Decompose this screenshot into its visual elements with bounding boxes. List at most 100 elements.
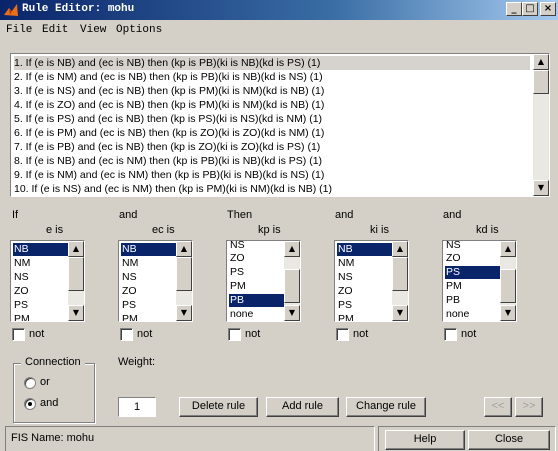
e-option[interactable]: PS (13, 299, 68, 312)
col2-label: ec is (152, 224, 175, 236)
kd-option[interactable]: none (445, 308, 500, 321)
rule-item-2[interactable]: 2. If (e is NM) and (ec is NB) then (kp … (14, 70, 530, 84)
menu-file[interactable]: File (6, 24, 32, 36)
prev-button[interactable]: << (484, 397, 512, 417)
weight-label: Weight: (118, 356, 156, 368)
e-option[interactable]: PM (13, 313, 68, 321)
menu-edit[interactable]: Edit (42, 24, 68, 36)
ki-listbox[interactable]: NB NM NS ZO PS PM ▲ ▼ (334, 240, 409, 322)
ki-option[interactable]: NB (337, 243, 392, 256)
col5-label: kd is (476, 224, 499, 236)
e-scrollbar[interactable]: ▲ ▼ (68, 241, 84, 321)
rule-list[interactable]: 1. If (e is NB) and (ec is NB) then (kp … (10, 53, 550, 197)
kd-not-checkbox[interactable] (444, 328, 457, 341)
scroll-up-arrow-icon[interactable]: ▲ (68, 241, 84, 257)
e-not-label: not (29, 328, 45, 340)
ki-not-label: not (353, 328, 369, 340)
ec-scrollbar[interactable]: ▲ ▼ (176, 241, 192, 321)
connection-or-radio[interactable] (24, 377, 36, 389)
ec-option[interactable]: NB (121, 243, 176, 256)
kp-not-checkbox[interactable] (228, 328, 241, 341)
scroll-down-arrow-icon[interactable]: ▼ (176, 305, 192, 321)
kp-option[interactable]: none (229, 308, 284, 321)
ki-option[interactable]: PM (337, 313, 392, 321)
kp-listbox[interactable]: NS ZO PS PM PB none ▲ ▼ (226, 239, 301, 322)
change-rule-button[interactable]: Change rule (346, 397, 426, 417)
scroll-down-arrow-icon[interactable]: ▼ (284, 305, 300, 321)
delete-rule-button[interactable]: Delete rule (179, 397, 258, 417)
e-option[interactable]: NB (13, 243, 68, 256)
help-button[interactable]: Help (385, 430, 465, 450)
scroll-thumb[interactable] (392, 257, 408, 291)
ec-option[interactable]: NS (121, 271, 176, 284)
kp-scrollbar[interactable]: ▲ ▼ (284, 241, 300, 321)
e-option[interactable]: ZO (13, 285, 68, 298)
kd-listbox[interactable]: NS ZO PS PM PB none ▲ ▼ (442, 239, 517, 322)
ec-option[interactable]: PS (121, 299, 176, 312)
kp-option[interactable]: ZO (229, 252, 284, 265)
next-button[interactable]: >> (515, 397, 543, 417)
menu-options[interactable]: Options (116, 24, 162, 36)
e-option[interactable]: NM (13, 257, 68, 270)
rule-item-7[interactable]: 7. If (e is PB) and (ec is NB) then (kp … (14, 140, 530, 154)
scroll-thumb[interactable] (68, 257, 84, 291)
add-rule-button[interactable]: Add rule (266, 397, 339, 417)
kd-option[interactable]: PB (445, 294, 500, 307)
close-button[interactable]: Close (468, 430, 550, 450)
maximize-button[interactable]: □ (522, 2, 538, 16)
ec-option[interactable]: NM (121, 257, 176, 270)
e-listbox[interactable]: NB NM NS ZO PS PM ▲ ▼ (10, 240, 85, 322)
menu-view[interactable]: View (80, 24, 106, 36)
ki-scrollbar[interactable]: ▲ ▼ (392, 241, 408, 321)
kd-option[interactable]: PS (445, 266, 500, 279)
scroll-down-arrow-icon[interactable]: ▼ (533, 180, 549, 196)
ec-option[interactable]: ZO (121, 285, 176, 298)
kd-option[interactable]: ZO (445, 252, 500, 265)
rule-item-3[interactable]: 3. If (e is NS) and (ec is NB) then (kp … (14, 84, 530, 98)
scroll-up-arrow-icon[interactable]: ▲ (533, 54, 549, 70)
rule-item-6[interactable]: 6. If (e is PM) and (ec is NB) then (kp … (14, 126, 530, 140)
ec-option[interactable]: PM (121, 313, 176, 321)
ec-listbox[interactable]: NB NM NS ZO PS PM ▲ ▼ (118, 240, 193, 322)
e-option[interactable]: NS (13, 271, 68, 284)
scroll-thumb[interactable] (533, 70, 549, 94)
rule-item-5[interactable]: 5. If (e is PS) and (ec is NB) then (kp … (14, 112, 530, 126)
kp-option[interactable]: PM (229, 280, 284, 293)
scroll-up-arrow-icon[interactable]: ▲ (392, 241, 408, 257)
rule-item-1[interactable]: 1. If (e is NB) and (ec is NB) then (kp … (14, 56, 530, 70)
kd-option[interactable]: PM (445, 280, 500, 293)
scroll-up-arrow-icon[interactable]: ▲ (176, 241, 192, 257)
e-not-checkbox[interactable] (12, 328, 25, 341)
ki-option[interactable]: PS (337, 299, 392, 312)
scroll-thumb[interactable] (500, 269, 516, 303)
scroll-down-arrow-icon[interactable]: ▼ (392, 305, 408, 321)
ki-option[interactable]: ZO (337, 285, 392, 298)
rule-item-4[interactable]: 4. If (e is ZO) and (ec is NB) then (kp … (14, 98, 530, 112)
kd-scrollbar[interactable]: ▲ ▼ (500, 241, 516, 321)
connection-and-radio[interactable] (24, 398, 36, 410)
scroll-down-arrow-icon[interactable]: ▼ (500, 305, 516, 321)
kp-option[interactable]: PS (229, 266, 284, 279)
col2-prefix: and (119, 209, 138, 221)
rule-list-scrollbar[interactable]: ▲ ▼ (533, 54, 549, 196)
ki-option[interactable]: NM (337, 257, 392, 270)
scroll-down-arrow-icon[interactable]: ▼ (68, 305, 84, 321)
weight-input[interactable]: 1 (118, 397, 156, 417)
rule-item-8[interactable]: 8. If (e is NB) and (ec is NM) then (kp … (14, 154, 530, 168)
ki-not-checkbox[interactable] (336, 328, 349, 341)
scroll-thumb[interactable] (176, 257, 192, 291)
kp-option[interactable]: PB (229, 294, 284, 307)
kp-option[interactable]: NS (229, 239, 284, 250)
close-window-button[interactable]: × (540, 2, 556, 16)
connection-title: Connection (21, 356, 85, 368)
minimize-button[interactable]: _ (506, 2, 522, 16)
ec-not-label: not (137, 328, 153, 340)
scroll-up-arrow-icon[interactable]: ▲ (284, 241, 300, 257)
ki-option[interactable]: NS (337, 271, 392, 284)
scroll-up-arrow-icon[interactable]: ▲ (500, 241, 516, 257)
rule-item-10[interactable]: 10. If (e is NS) and (ec is NM) then (kp… (14, 182, 530, 196)
rule-item-9[interactable]: 9. If (e is NM) and (ec is NM) then (kp … (14, 168, 530, 182)
kd-option[interactable]: NS (445, 239, 500, 250)
scroll-thumb[interactable] (284, 269, 300, 303)
ec-not-checkbox[interactable] (120, 328, 133, 341)
